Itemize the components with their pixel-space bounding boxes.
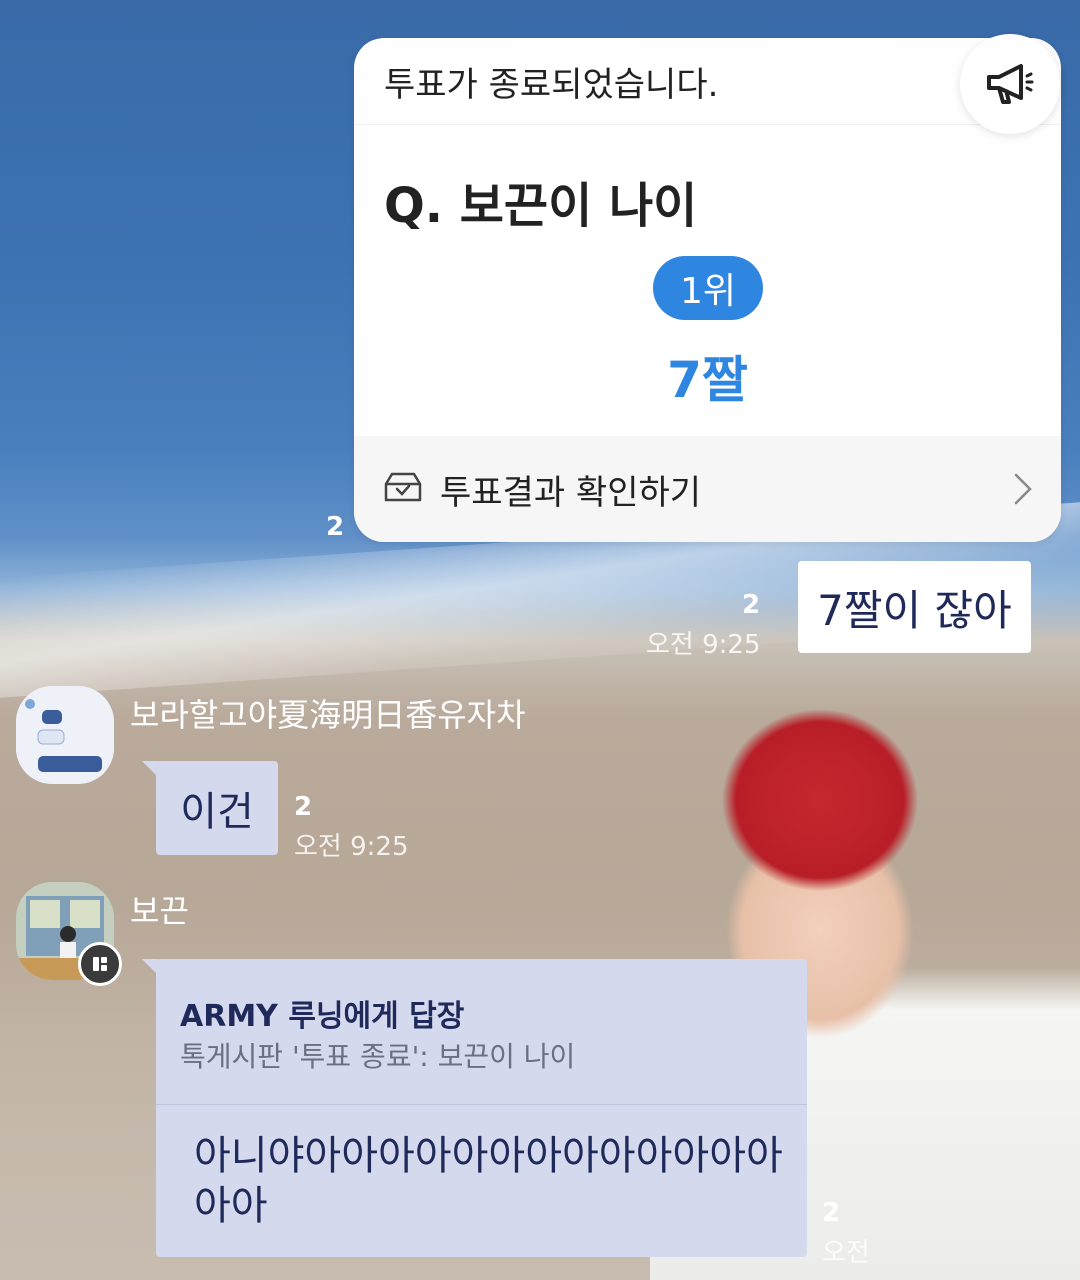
- my-message-bubble[interactable]: 7짤이 잖아: [798, 561, 1031, 653]
- poll-answer: 7짤: [667, 351, 748, 409]
- poll-question: Q. 보끈이 나이: [384, 178, 698, 234]
- reply-divider: [156, 1104, 807, 1105]
- reply-message-bubble[interactable]: ARMY 루닝에게 답장 톡게시판 '투표 종료': 보끈이 나이 아니야아아아…: [156, 959, 807, 1257]
- notice-status: 투표가 종료되었습니다.: [384, 64, 719, 105]
- chevron-right-icon: [1013, 472, 1033, 510]
- my-message-time: 오전 9:25: [646, 630, 761, 660]
- message-time: 오전 9:25: [294, 832, 409, 862]
- unread-count: 2: [294, 792, 313, 822]
- view-results-button[interactable]: 투표결과 확인하기: [354, 436, 1061, 542]
- avatar[interactable]: [16, 686, 114, 784]
- talk-badge-icon: [78, 942, 122, 986]
- notice-card[interactable]: 투표가 종료되었습니다. Q. 보끈이 나이 1위 7짤 투표결과 확인하기: [354, 38, 1061, 542]
- my-unread-count: 2: [742, 590, 761, 620]
- unread-count: 2: [822, 1198, 841, 1228]
- reply-target: ARMY 루닝에게 답장: [180, 999, 465, 1034]
- sender-name: 보라할고야夏海明日香유자차: [130, 696, 526, 734]
- sender-name: 보끈: [130, 892, 189, 930]
- message-time: 오전: [822, 1238, 870, 1268]
- megaphone-icon[interactable]: [960, 34, 1060, 134]
- message-text: 아니야아아아아아아아아아아아아아아아: [194, 1133, 783, 1229]
- notice-header: 투표가 종료되었습니다.: [354, 38, 1061, 125]
- notice-unread-count: 2: [326, 512, 345, 542]
- message-bubble[interactable]: 이건: [156, 761, 278, 855]
- view-results-label: 투표결과 확인하기: [440, 472, 702, 513]
- inbox-icon: [384, 472, 422, 506]
- rank-badge: 1위: [653, 256, 763, 320]
- reply-source: 톡게시판 '투표 종료': 보끈이 나이: [180, 1040, 576, 1073]
